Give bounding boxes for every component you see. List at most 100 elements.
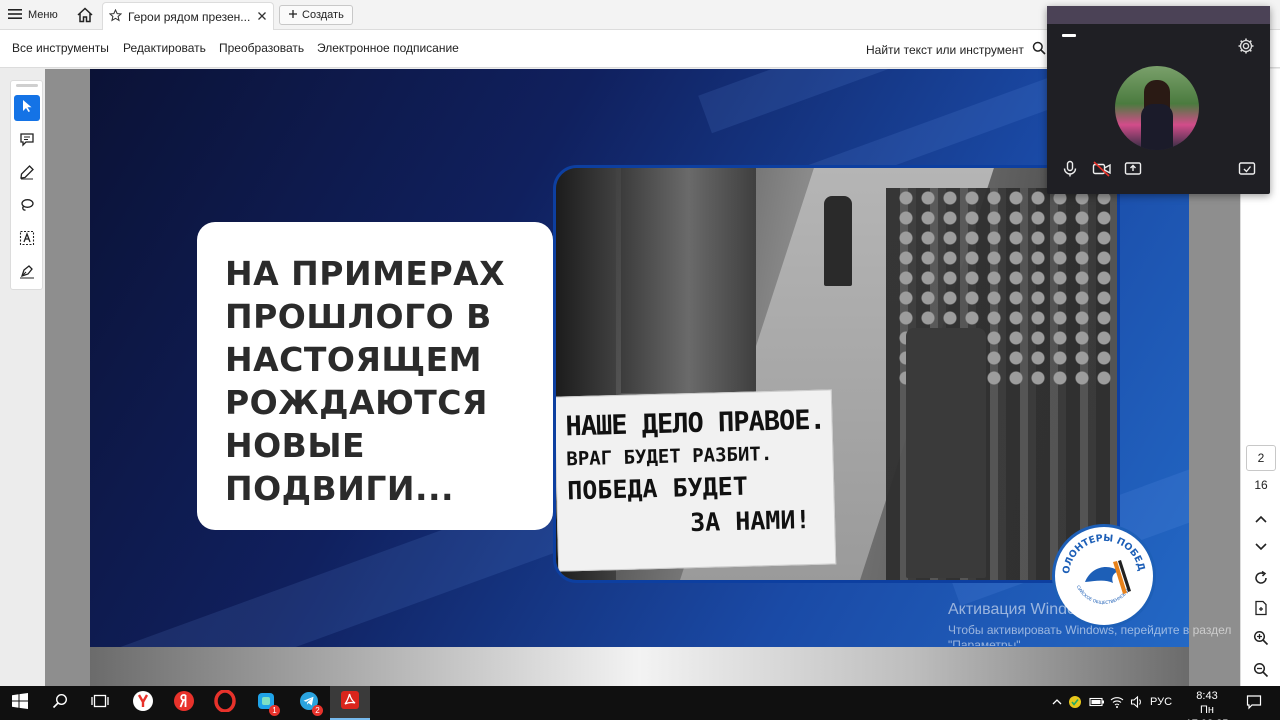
zoom-out-button[interactable] bbox=[1251, 662, 1271, 682]
menu-convert[interactable]: Преобразовать bbox=[219, 41, 304, 55]
participant-avatar bbox=[1115, 66, 1199, 150]
yandex-icon bbox=[173, 690, 195, 717]
zoom-in-icon bbox=[1253, 630, 1269, 651]
select-tool-button[interactable] bbox=[14, 95, 40, 121]
previous-page-button[interactable] bbox=[1251, 509, 1271, 529]
home-icon[interactable] bbox=[76, 6, 94, 24]
panel-grip[interactable] bbox=[16, 84, 38, 87]
yandex-browser-icon bbox=[132, 690, 154, 717]
menu-edit[interactable]: Редактировать bbox=[123, 41, 206, 55]
taskbar-yandex[interactable] bbox=[164, 686, 204, 720]
war-slogan-sign: НАШЕ ДЕЛО ПРАВОЕ. ВРАГ БУДЕТ РАЗБИТ. ПОБ… bbox=[556, 389, 837, 572]
minimize-icon[interactable] bbox=[1062, 34, 1076, 37]
call-title-bar[interactable] bbox=[1047, 6, 1270, 24]
notifications-icon[interactable] bbox=[1246, 694, 1262, 710]
video-call-window[interactable] bbox=[1047, 6, 1270, 194]
chevron-down-icon bbox=[1255, 538, 1267, 556]
comment-icon bbox=[19, 131, 35, 152]
star-icon[interactable] bbox=[108, 8, 123, 25]
volume-icon[interactable] bbox=[1130, 695, 1144, 709]
photo-soldier-figure bbox=[906, 328, 986, 578]
svg-text:ВОЛОНТЕРЫ ПОБЕДЫ: ВОЛОНТЕРЫ ПОБЕДЫ bbox=[1055, 527, 1147, 575]
language-indicator[interactable]: РУС bbox=[1150, 696, 1172, 708]
total-pages: 16 bbox=[1254, 478, 1268, 492]
taskbar-opera[interactable] bbox=[205, 686, 245, 720]
search-icon bbox=[1032, 41, 1046, 58]
close-tab-icon[interactable] bbox=[257, 10, 267, 24]
taskbar-acrobat-reader[interactable] bbox=[330, 686, 370, 720]
photo-officer-figure bbox=[824, 196, 852, 286]
gear-icon[interactable] bbox=[1237, 37, 1255, 55]
notification-badge: 2 bbox=[312, 705, 323, 716]
task-view-button[interactable] bbox=[80, 686, 120, 720]
photo-tree-trunk bbox=[621, 168, 756, 393]
leave-call-icon[interactable] bbox=[1238, 160, 1256, 178]
next-page-button[interactable] bbox=[1251, 537, 1271, 557]
document-tab[interactable]: Герои рядом презен... bbox=[102, 2, 274, 30]
system-clock[interactable]: 8:43 Пн 17.02.25 bbox=[1180, 689, 1234, 720]
sign-line: ЗА НАМИ! bbox=[689, 504, 811, 538]
page-thumbnail-button[interactable] bbox=[1251, 600, 1271, 620]
opera-icon bbox=[214, 688, 236, 717]
search-taskbar-button[interactable] bbox=[40, 686, 80, 720]
quote-card: НА ПРИМЕРАХ ПРОШЛОГО В НАСТОЯЩЕМ РОЖДАЮТ… bbox=[197, 222, 553, 530]
taskbar-yandex-browser[interactable] bbox=[123, 686, 163, 720]
sign-line: ПОБЕДА БУДЕТ bbox=[566, 471, 749, 506]
activation-title: Активация Windows bbox=[948, 601, 1096, 618]
sign-tool-button[interactable] bbox=[14, 260, 40, 286]
draw-tool-button[interactable] bbox=[14, 194, 40, 220]
search-icon bbox=[52, 693, 68, 714]
start-button[interactable] bbox=[0, 686, 40, 720]
clock-time: 8:43 bbox=[1196, 690, 1218, 702]
chevron-up-icon[interactable] bbox=[1050, 695, 1064, 709]
find-tool-search[interactable]: Найти текст или инструмент bbox=[866, 41, 1046, 58]
pen-icon bbox=[19, 164, 35, 185]
find-tool-label: Найти текст или инструмент bbox=[866, 42, 1024, 57]
microphone-icon[interactable] bbox=[1061, 160, 1079, 178]
current-page-input[interactable]: 2 bbox=[1246, 445, 1276, 471]
avatar-body bbox=[1141, 104, 1173, 150]
taskbar-app-with-badge[interactable]: 1 bbox=[246, 686, 286, 720]
logo-text: ВОЛОНТЕРЫ ПОБЕДЫ bbox=[1050, 519, 1147, 575]
camera-off-icon[interactable] bbox=[1092, 160, 1111, 178]
acrobat-icon bbox=[340, 690, 360, 715]
windows-activation-watermark: Активация Windows Чтобы активировать Win… bbox=[948, 601, 1240, 646]
create-button[interactable]: Создать bbox=[279, 5, 353, 25]
lasso-icon bbox=[19, 197, 35, 218]
next-page-edge bbox=[90, 647, 1189, 686]
rotate-button[interactable] bbox=[1251, 570, 1271, 590]
screen-share-icon[interactable] bbox=[1124, 160, 1142, 178]
document-tab-title: Герои рядом презен... bbox=[128, 9, 251, 24]
fountain-pen-icon bbox=[19, 263, 35, 284]
sign-line: ВРАГ БУДЕТ РАЗБИТ. bbox=[566, 442, 773, 471]
cursor-arrow-icon bbox=[20, 99, 34, 118]
menu-label: Меню bbox=[28, 9, 58, 21]
text-box-tool-button[interactable] bbox=[14, 227, 40, 253]
quick-tools-panel bbox=[10, 80, 43, 290]
task-view-icon bbox=[91, 693, 109, 714]
wifi-icon[interactable] bbox=[1110, 695, 1124, 709]
menu-e-sign[interactable]: Электронное подписание bbox=[317, 41, 459, 55]
zoom-in-button[interactable] bbox=[1251, 630, 1271, 650]
taskbar-telegram[interactable]: 2 bbox=[289, 686, 329, 720]
zoom-out-icon bbox=[1253, 662, 1269, 683]
highlight-tool-button[interactable] bbox=[14, 161, 40, 187]
comment-tool-button[interactable] bbox=[14, 128, 40, 154]
menu-button[interactable]: Меню bbox=[8, 5, 58, 25]
rotate-icon bbox=[1253, 570, 1269, 591]
windows-logo-icon bbox=[12, 692, 28, 714]
document-page-icon bbox=[1253, 600, 1269, 621]
notification-badge: 1 bbox=[269, 705, 280, 716]
activation-subtitle: Чтобы активировать Windows, перейдите в … bbox=[948, 623, 1232, 646]
quote-text: НА ПРИМЕРАХ ПРОШЛОГО В НАСТОЯЩЕМ РОЖДАЮТ… bbox=[225, 254, 506, 508]
create-label: Создать bbox=[302, 9, 344, 21]
chevron-up-icon bbox=[1255, 510, 1267, 528]
plus-icon bbox=[288, 9, 298, 22]
text-box-icon bbox=[19, 230, 35, 251]
battery-icon[interactable] bbox=[1089, 695, 1104, 709]
sign-line: НАШЕ ДЕЛО ПРАВОЕ. bbox=[565, 404, 826, 443]
menu-all-tools[interactable]: Все инструменты bbox=[12, 41, 109, 55]
security-status-icon[interactable] bbox=[1068, 695, 1082, 709]
hamburger-icon bbox=[8, 8, 22, 23]
historical-photo: НАШЕ ДЕЛО ПРАВОЕ. ВРАГ БУДЕТ РАЗБИТ. ПОБ… bbox=[553, 165, 1120, 583]
